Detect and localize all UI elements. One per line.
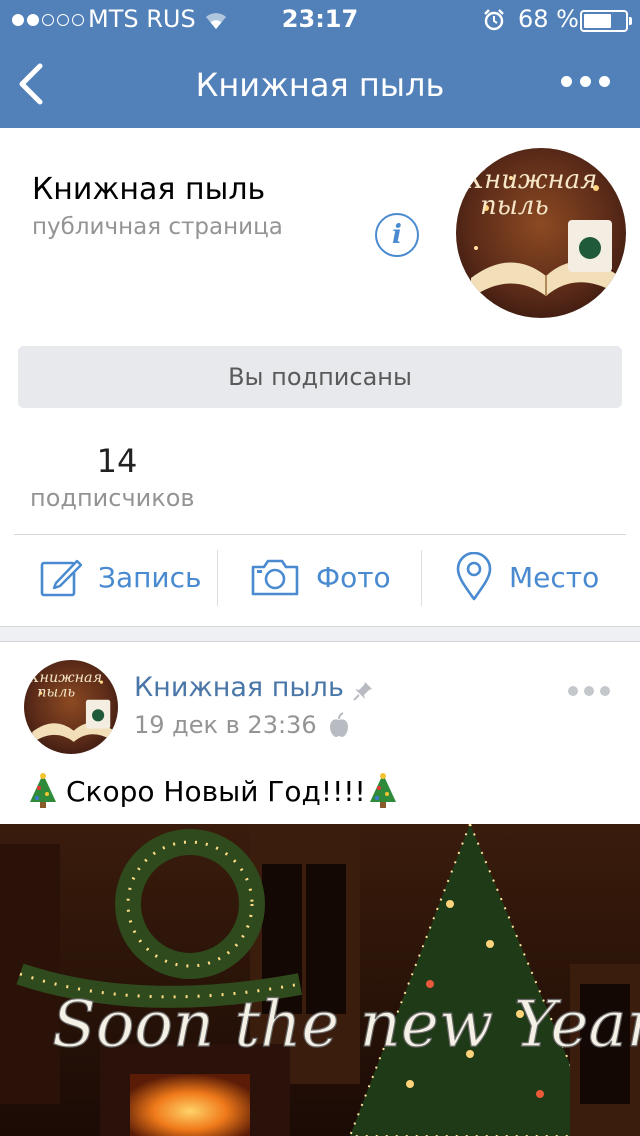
nav-title: Книжная пыль [195, 66, 445, 104]
info-icon[interactable]: i [375, 213, 419, 257]
followers-label[interactable]: подписчиков [30, 484, 195, 512]
group-type: публичная страница [32, 214, 283, 240]
separator [421, 550, 422, 606]
image-caption: Soon the new Year [52, 988, 640, 1062]
more-options-icon[interactable] [561, 76, 610, 87]
post-author-name[interactable]: Книжная пыль [134, 672, 344, 703]
post-date[interactable]: 19 дек в 23:36 [134, 711, 317, 739]
top-header: MTS RUS 23:17 68 % Книжная пыль [0, 0, 640, 128]
action-post-label: Запись [98, 560, 202, 594]
camera-icon [251, 559, 299, 596]
battery-percent: 68 % [518, 5, 579, 33]
post-image[interactable]: Soon the new Year [0, 824, 640, 1136]
action-post-button[interactable]: Запись [40, 548, 202, 606]
action-photo-label: Фото [316, 560, 391, 594]
pin-icon [353, 682, 372, 701]
group-avatar[interactable]: Книжная пыль [456, 148, 626, 318]
separator [217, 550, 218, 606]
divider [14, 534, 626, 535]
action-photo-button[interactable]: Фото [250, 548, 391, 606]
svg-text:пыль: пыль [37, 684, 75, 700]
group-name: Книжная пыль [32, 172, 266, 207]
christmas-tree-icon [369, 773, 396, 808]
apple-icon [330, 712, 348, 737]
action-place-label: Место [509, 560, 600, 594]
svg-text:Книжная: Книжная [27, 670, 102, 686]
post-text: Скоро Новый Год!!!! [26, 772, 400, 810]
status-bar: MTS RUS 23:17 68 % [0, 0, 640, 40]
post-more-options-icon[interactable] [568, 686, 610, 696]
followers-count[interactable]: 14 [32, 442, 202, 480]
svg-text:пыль: пыль [480, 191, 549, 221]
alarm-icon [484, 9, 504, 31]
subscribed-button[interactable]: Вы подписаны [18, 346, 622, 408]
battery-icon [580, 10, 632, 32]
compose-icon [40, 559, 82, 597]
post-author-avatar[interactable]: Книжная пыль [24, 660, 118, 754]
section-separator [0, 626, 640, 642]
christmas-tree-icon [30, 773, 56, 808]
post-text-content: Скоро Новый Год!!!! [66, 774, 366, 808]
location-pin-icon [456, 552, 492, 601]
action-place-button[interactable]: Место [455, 548, 599, 606]
navigation-bar: Книжная пыль [0, 40, 640, 128]
